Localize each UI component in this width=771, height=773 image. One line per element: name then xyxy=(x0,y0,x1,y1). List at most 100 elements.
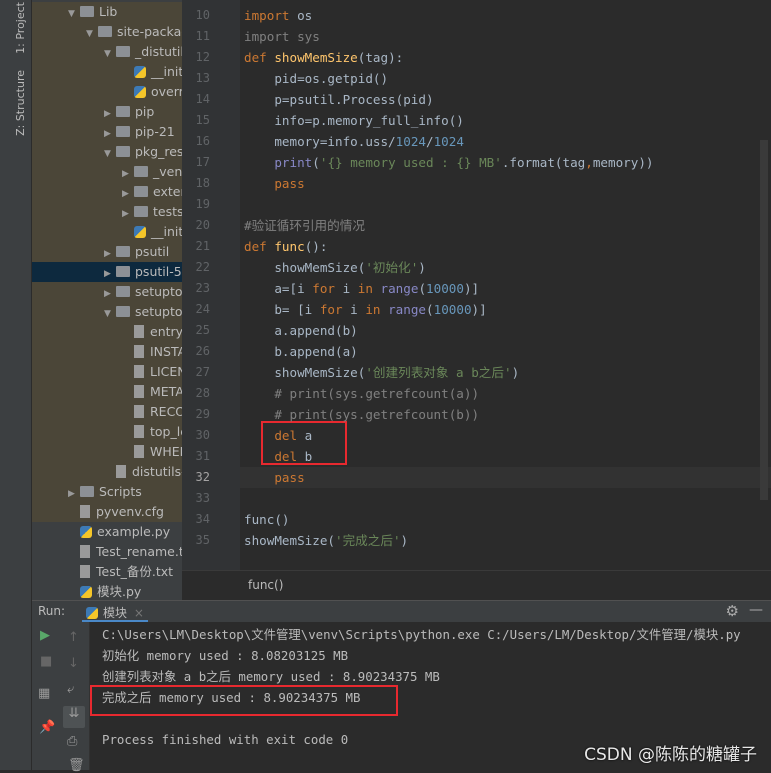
code-line: b= [i for i in range(10000)] xyxy=(244,299,486,320)
current-line-highlight xyxy=(240,467,771,488)
tree-item[interactable]: ▶ _vendor xyxy=(32,162,182,182)
tree-item-label: pkg_resources xyxy=(135,144,182,159)
print-icon[interactable]: ⎙ xyxy=(67,734,77,749)
tree-item-label: Test_rename.txt xyxy=(96,544,182,559)
layout-icon[interactable]: ▦ xyxy=(38,686,50,701)
chevron-down-icon[interactable]: ▼ xyxy=(86,24,98,44)
console-line: 初始化 memory used : 8.08203125 MB xyxy=(102,648,349,663)
code-token: showMemSize( xyxy=(244,365,366,380)
tree-item-label: RECORD xyxy=(150,404,182,419)
tree-item[interactable]: __init__.py xyxy=(32,62,182,82)
chevron-right-icon[interactable]: ▶ xyxy=(104,244,116,264)
tree-item[interactable]: distutils-precedence.pth xyxy=(32,462,182,482)
chevron-right-icon[interactable]: ▶ xyxy=(122,184,134,204)
code-token: ) xyxy=(511,365,520,380)
pin-icon[interactable]: 📌 xyxy=(39,720,55,735)
tree-item[interactable]: WHEEL xyxy=(32,442,182,462)
tree-item-label: override.py xyxy=(151,84,182,99)
tree-item[interactable]: Test_rename.txt xyxy=(32,542,182,562)
code-token: range xyxy=(380,281,419,296)
tree-item[interactable]: ▶ pip xyxy=(32,102,182,122)
run-tab[interactable]: 模块 × xyxy=(82,601,148,623)
code-token: # print(sys.getrefcount(b)) xyxy=(244,407,480,422)
tree-item-label: example.py xyxy=(97,524,171,539)
code-line: # print(sys.getrefcount(a)) xyxy=(244,383,479,404)
tree-item[interactable]: LICENSE xyxy=(32,362,182,382)
trash-icon[interactable]: 🗑 xyxy=(68,758,85,773)
file-icon xyxy=(134,325,144,338)
minimize-icon[interactable]: — xyxy=(749,602,763,618)
tree-item-label: Lib xyxy=(99,4,118,19)
tree-item[interactable]: ▶ Scripts xyxy=(32,482,182,502)
line-number: 19 xyxy=(195,197,210,211)
tree-item[interactable]: ▶ extern xyxy=(32,182,182,202)
tree-item[interactable]: ▼ setuptools- xyxy=(32,302,182,322)
project-tab[interactable]: 1: Project xyxy=(14,2,27,54)
close-icon[interactable]: × xyxy=(134,606,144,620)
folder-icon xyxy=(116,126,130,137)
chevron-down-icon[interactable]: ▼ xyxy=(68,4,80,24)
file-icon xyxy=(134,445,144,458)
down-arrow-icon[interactable]: ↓ xyxy=(68,656,79,671)
tree-item-label: __init__.py xyxy=(151,224,182,239)
stop-icon[interactable]: ■ xyxy=(40,654,52,669)
code-token: .format(tag xyxy=(501,155,586,170)
code-token: for xyxy=(319,302,343,317)
tree-item-label: psutil xyxy=(135,244,170,259)
tree-item-label: top_level xyxy=(150,424,182,439)
tree-item[interactable]: ▼ Lib xyxy=(32,2,182,22)
rerun-icon[interactable]: ▶ xyxy=(40,628,50,643)
chevron-right-icon[interactable]: ▶ xyxy=(122,164,134,184)
tree-item[interactable]: Test_备份.txt xyxy=(32,562,182,582)
tree-item[interactable]: ▶ pip-21 xyxy=(32,122,182,142)
tree-item[interactable]: 模块.py xyxy=(32,582,182,600)
tree-item[interactable]: ▼ pkg_resources xyxy=(32,142,182,162)
tree-item[interactable]: ▼ _distutils_hack xyxy=(32,42,182,62)
chevron-right-icon[interactable]: ▶ xyxy=(122,204,134,224)
tree-item[interactable]: RECORD xyxy=(32,402,182,422)
chevron-right-icon[interactable]: ▶ xyxy=(104,264,116,284)
tree-item[interactable]: ▶ tests xyxy=(32,202,182,222)
line-number: 31 xyxy=(195,449,210,463)
code-token: '初始化' xyxy=(365,260,419,275)
tree-item[interactable]: ▶ setuptools xyxy=(32,282,182,302)
code-token: for xyxy=(312,281,335,296)
chevron-right-icon[interactable]: ▶ xyxy=(104,124,116,144)
chevron-down-icon[interactable]: ▼ xyxy=(104,304,116,324)
code-token: # print(sys.getrefcount(a)) xyxy=(244,386,480,401)
line-number: 25 xyxy=(195,323,210,337)
tree-item[interactable]: pyvenv.cfg xyxy=(32,502,182,522)
tree-item[interactable]: override.py xyxy=(32,82,182,102)
soft-wrap-icon[interactable]: ⤶ xyxy=(67,682,74,697)
tree-item[interactable]: ▶ psutil-5 xyxy=(32,262,182,282)
chevron-right-icon[interactable]: ▶ xyxy=(104,104,116,124)
chevron-right-icon[interactable]: ▶ xyxy=(68,484,80,504)
tree-item[interactable]: METADATA xyxy=(32,382,182,402)
tree-item[interactable]: INSTALLER xyxy=(32,342,182,362)
chevron-right-icon[interactable]: ▶ xyxy=(104,284,116,304)
tree-item-label: setuptools- xyxy=(135,304,182,319)
structure-tab[interactable]: Z: Structure xyxy=(14,70,27,136)
up-arrow-icon[interactable]: ↑ xyxy=(68,630,79,645)
run-panel-header: Run: 模块 × ⚙ — xyxy=(32,600,771,623)
breadcrumb-item[interactable]: func() xyxy=(248,578,283,592)
tree-item-label: pip xyxy=(135,104,155,119)
code-token: ( xyxy=(426,302,434,317)
gear-icon[interactable]: ⚙ xyxy=(726,602,739,620)
tree-item[interactable]: __init__.py xyxy=(32,222,182,242)
chevron-down-icon[interactable]: ▼ xyxy=(104,44,116,64)
scroll-to-end-icon[interactable]: ⇊ xyxy=(63,706,85,728)
line-number: 14 xyxy=(195,92,210,106)
run-tab-label: 模块 xyxy=(103,606,128,620)
editor-scrollbar[interactable] xyxy=(760,140,768,500)
watermark: CSDN @陈陈的糖罐子 xyxy=(584,745,757,765)
code-token: print xyxy=(274,155,313,170)
tree-item[interactable]: entry_points xyxy=(32,322,182,342)
tree-item[interactable]: top_level xyxy=(32,422,182,442)
tree-item[interactable]: example.py xyxy=(32,522,182,542)
code-editor[interactable]: import os import sys def showMemSize(tag):… xyxy=(240,0,771,570)
tree-item[interactable]: ▼ site-packages xyxy=(32,22,182,42)
chevron-down-icon[interactable]: ▼ xyxy=(104,144,116,164)
tree-item[interactable]: ▶ psutil xyxy=(32,242,182,262)
